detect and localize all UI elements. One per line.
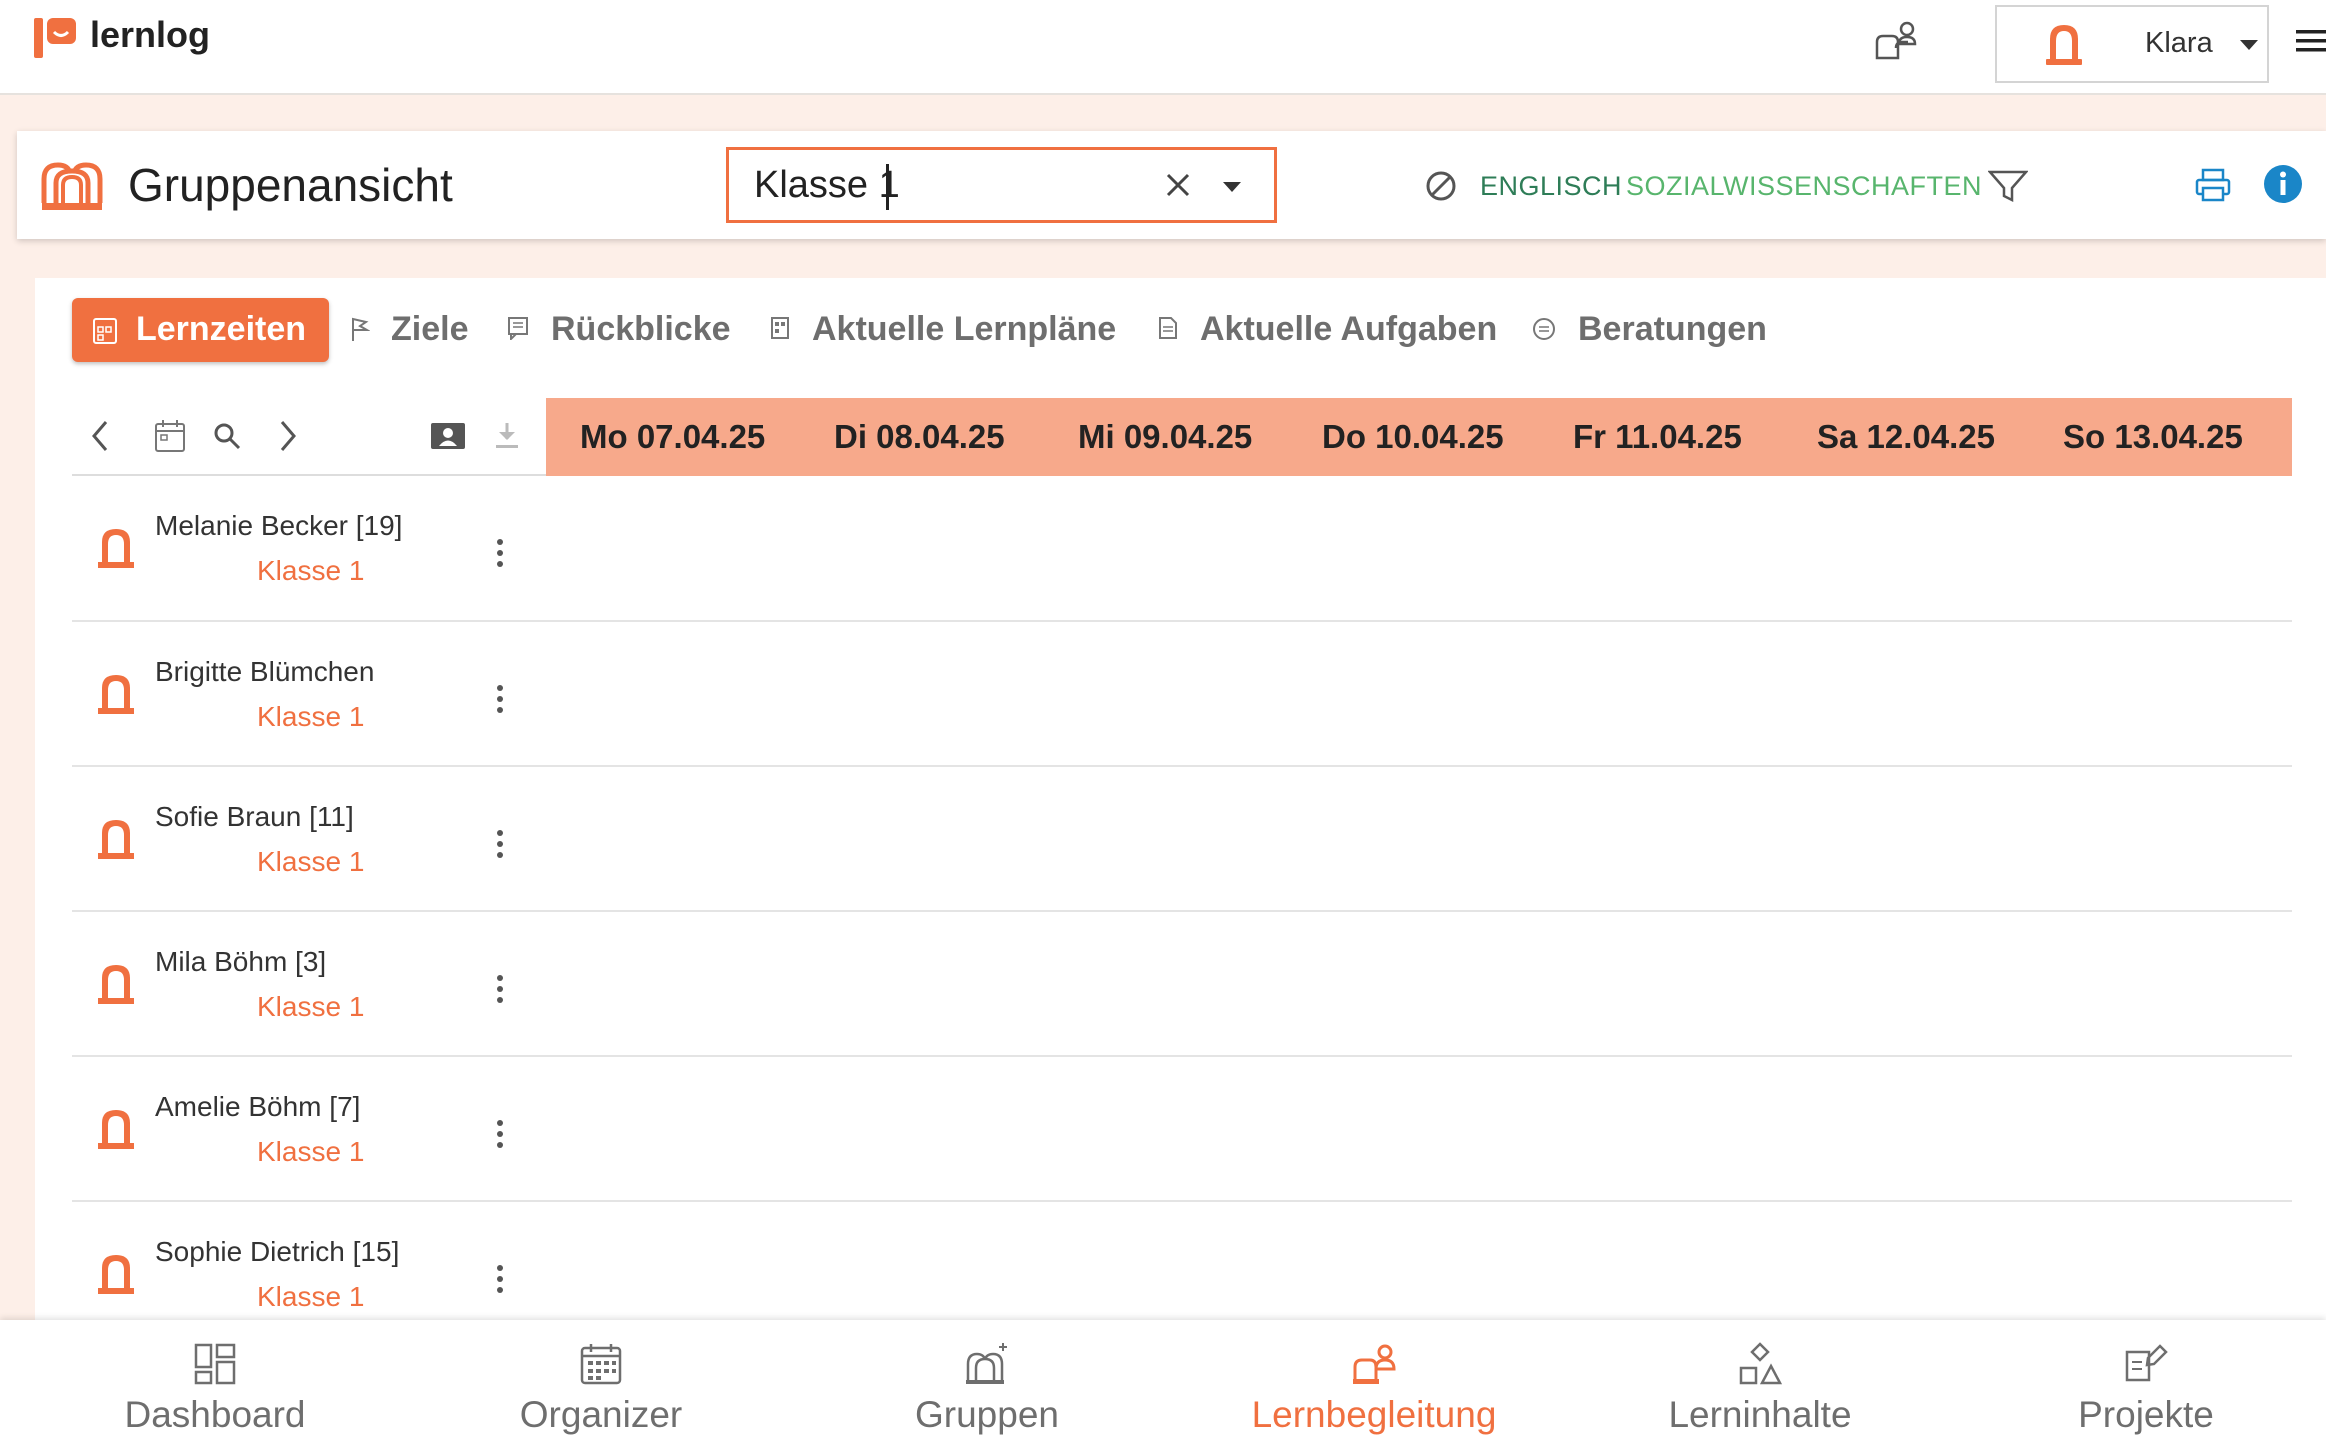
consultation-icon: [1532, 317, 1556, 341]
student-row[interactable]: Amelie Böhm [7] Klasse 1: [72, 1057, 2292, 1200]
student-name[interactable]: Mila Böhm [3]: [155, 946, 326, 978]
dashboard-icon: [194, 1343, 236, 1385]
search-icon[interactable]: [212, 421, 242, 451]
student-row[interactable]: Melanie Becker [19] Klasse 1: [72, 476, 2292, 621]
more-options-icon[interactable]: [497, 830, 503, 863]
student-avatar-icon: [96, 1250, 136, 1296]
logo-icon: [34, 18, 76, 58]
tab-aktuelle-aufgaben[interactable]: Aktuelle Aufgaben: [1200, 310, 1497, 349]
nav-organizer-label: Organizer: [519, 1394, 683, 1435]
next-week-icon[interactable]: [278, 420, 298, 452]
print-icon[interactable]: [2195, 168, 2231, 202]
filter-icon[interactable]: [1988, 170, 2028, 202]
main-menu-icon[interactable]: [2296, 28, 2326, 54]
nav-gruppen[interactable]: Gruppen: [797, 1320, 1177, 1452]
student-group: Klasse 1: [257, 701, 365, 732]
student-name[interactable]: Sophie Dietrich [15]: [155, 1236, 399, 1268]
student-avatar-icon: [96, 815, 136, 861]
user-menu[interactable]: [1995, 5, 2269, 83]
app-name: lernlog: [90, 14, 211, 55]
student-name[interactable]: Melanie Becker [19]: [155, 510, 402, 542]
group-select-caret-icon[interactable]: [1223, 182, 1241, 192]
day-header-so[interactable]: So 13.04.25: [2063, 418, 2243, 456]
page-title: Gruppenansicht: [128, 159, 453, 211]
nav-organizer[interactable]: Organizer: [411, 1320, 791, 1452]
download-icon[interactable]: [494, 421, 520, 451]
more-options-icon[interactable]: [497, 1120, 503, 1153]
learning-plan-icon: [770, 316, 790, 340]
previous-week-icon[interactable]: [90, 420, 110, 452]
nav-lerninhalte[interactable]: Lerninhalte: [1570, 1320, 1950, 1452]
student-group: Klasse 1: [257, 555, 365, 586]
student-row[interactable]: Sofie Braun [11] Klasse 1: [72, 767, 2292, 910]
student-avatar-icon: [96, 670, 136, 716]
group-view-icon: [40, 153, 104, 213]
more-options-icon[interactable]: [497, 685, 503, 718]
learning-support-nav-icon: [1353, 1344, 1396, 1384]
clear-icon[interactable]: [1166, 173, 1190, 197]
more-options-icon[interactable]: [497, 975, 503, 1008]
nav-projekte-label: Projekte: [2078, 1394, 2214, 1435]
tab-rueckblicke[interactable]: Rückblicke: [551, 310, 731, 349]
tab-lernzeiten-label[interactable]: Lernzeiten: [136, 310, 306, 349]
nav-gruppen-label: Gruppen: [915, 1394, 1059, 1435]
review-icon: [507, 316, 529, 340]
day-header-mo[interactable]: Mo 07.04.25: [580, 418, 765, 456]
student-avatar-icon: [96, 960, 136, 1006]
app-logo[interactable]: [34, 18, 78, 58]
user-menu-caret-icon: [2240, 40, 2258, 50]
top-bar: [0, 0, 2326, 95]
organizer-icon: [580, 1344, 622, 1385]
nav-lernbegleitung[interactable]: Lernbegleitung: [1184, 1320, 1564, 1452]
nav-dashboard-label: Dashboard: [124, 1394, 306, 1435]
groups-icon: [966, 1343, 1007, 1384]
tab-beratungen[interactable]: Beratungen: [1578, 310, 1767, 349]
nav-projekte[interactable]: Projekte: [1956, 1320, 2326, 1452]
nav-lernbegleitung-label: Lernbegleitung: [1251, 1394, 1497, 1435]
user-avatar-icon: [2043, 19, 2085, 67]
more-options-icon[interactable]: [497, 1265, 503, 1298]
day-header-fr[interactable]: Fr 11.04.25: [1573, 418, 1742, 456]
student-group: Klasse 1: [257, 1136, 365, 1167]
calendar-icon[interactable]: [154, 419, 186, 453]
student-group: Klasse 1: [257, 1281, 365, 1312]
no-filter-icon[interactable]: [1425, 170, 1457, 202]
student-avatar-icon: [96, 1105, 136, 1151]
flag-icon: [350, 316, 370, 342]
day-header-sa[interactable]: Sa 12.04.25: [1817, 418, 1995, 456]
student-row[interactable]: Mila Böhm [3] Klasse 1: [72, 912, 2292, 1055]
task-icon: [1158, 316, 1178, 340]
subject-sozialwissenschaften[interactable]: SOZIALWISSENSCHAFTEN: [1626, 171, 1982, 202]
student-name[interactable]: Brigitte Blümchen: [155, 656, 374, 688]
student-group: Klasse 1: [257, 991, 365, 1022]
student-name[interactable]: Sofie Braun [11]: [155, 801, 354, 833]
learning-content-icon: [1739, 1342, 1782, 1385]
student-avatar-icon: [96, 524, 136, 570]
nav-lerninhalte-label: Lerninhalte: [1668, 1394, 1852, 1435]
tab-ziele[interactable]: Ziele: [391, 310, 468, 349]
lernzeiten-icon: [92, 315, 118, 345]
contact-card-icon[interactable]: [430, 421, 466, 451]
subject-englisch[interactable]: ENGLISCH: [1480, 171, 1622, 202]
student-row[interactable]: Sophie Dietrich [15] Klasse 1: [72, 1202, 2292, 1320]
more-options-icon[interactable]: [497, 539, 503, 572]
info-icon[interactable]: [2263, 164, 2303, 204]
day-header-do[interactable]: Do 10.04.25: [1322, 418, 1504, 456]
student-row[interactable]: Brigitte Blümchen Klasse 1: [72, 622, 2292, 765]
nav-dashboard[interactable]: Dashboard: [25, 1320, 405, 1452]
student-name[interactable]: Amelie Böhm [7]: [155, 1091, 360, 1123]
tab-aktuelle-lernplaene[interactable]: Aktuelle Lernpläne: [812, 310, 1116, 349]
student-group: Klasse 1: [257, 846, 365, 877]
learning-support-icon[interactable]: [1874, 20, 1918, 62]
text-cursor: [886, 164, 889, 210]
day-header-di[interactable]: Di 08.04.25: [834, 418, 1005, 456]
projects-icon: [2125, 1344, 2168, 1382]
group-select-value[interactable]: Klasse 1: [754, 164, 900, 207]
day-header-mi[interactable]: Mi 09.04.25: [1078, 418, 1252, 456]
user-name: Klara: [2145, 27, 2213, 59]
